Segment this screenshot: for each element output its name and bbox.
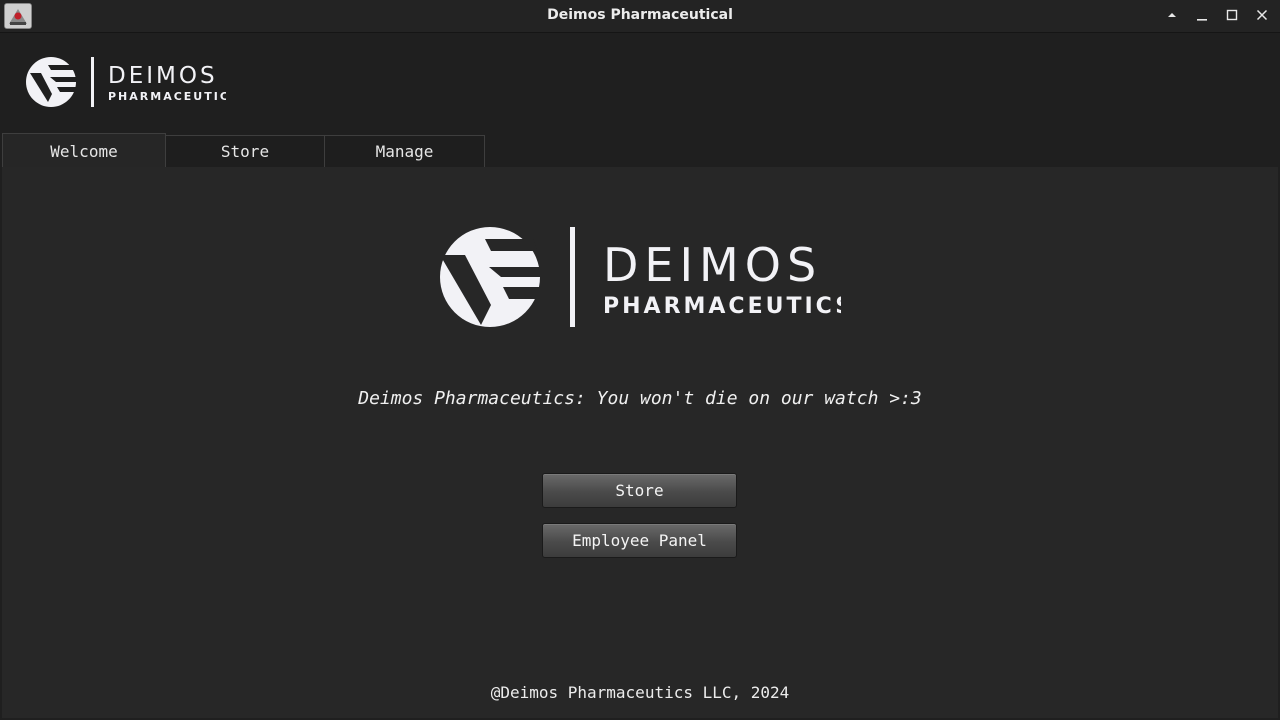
window-title: Deimos Pharmaceutical [547,7,733,23]
store-button[interactable]: Store [542,473,737,508]
close-button[interactable] [1250,4,1274,28]
keep-above-icon[interactable] [1160,4,1184,28]
logo-mark-icon [26,57,76,107]
tagline: Deimos Pharmaceutics: You won't die on o… [358,388,922,409]
header-logo: DEIMOS PHARMACEUTICS [26,56,238,108]
employee-panel-button[interactable]: Employee Panel [542,523,737,558]
minimize-button[interactable] [1190,4,1214,28]
logo-sub: PHARMACEUTICS [108,90,226,103]
logo-name: DEIMOS [603,238,822,292]
copyright-footer: @Deimos Pharmaceutics LLC, 2024 [490,683,790,702]
logo-sub: PHARMACEUTICS [603,294,841,319]
title-bar[interactable]: Deimos Pharmaceutical [0,0,1280,33]
welcome-panel: DEIMOS PHARMACEUTICS Deimos Pharmaceutic… [2,167,1278,718]
tab-welcome[interactable]: Welcome [2,133,166,167]
logo-name: DEIMOS [108,63,218,89]
logo-mark-icon [440,227,541,327]
main-logo: DEIMOS PHARMACEUTICS [439,225,851,329]
app-window: Deimos Pharmaceutical DEIMOS PHARMACEUTI… [0,0,1280,720]
maximize-button[interactable] [1220,4,1244,28]
tab-store[interactable]: Store [165,135,325,167]
tab-manage[interactable]: Manage [324,135,485,167]
